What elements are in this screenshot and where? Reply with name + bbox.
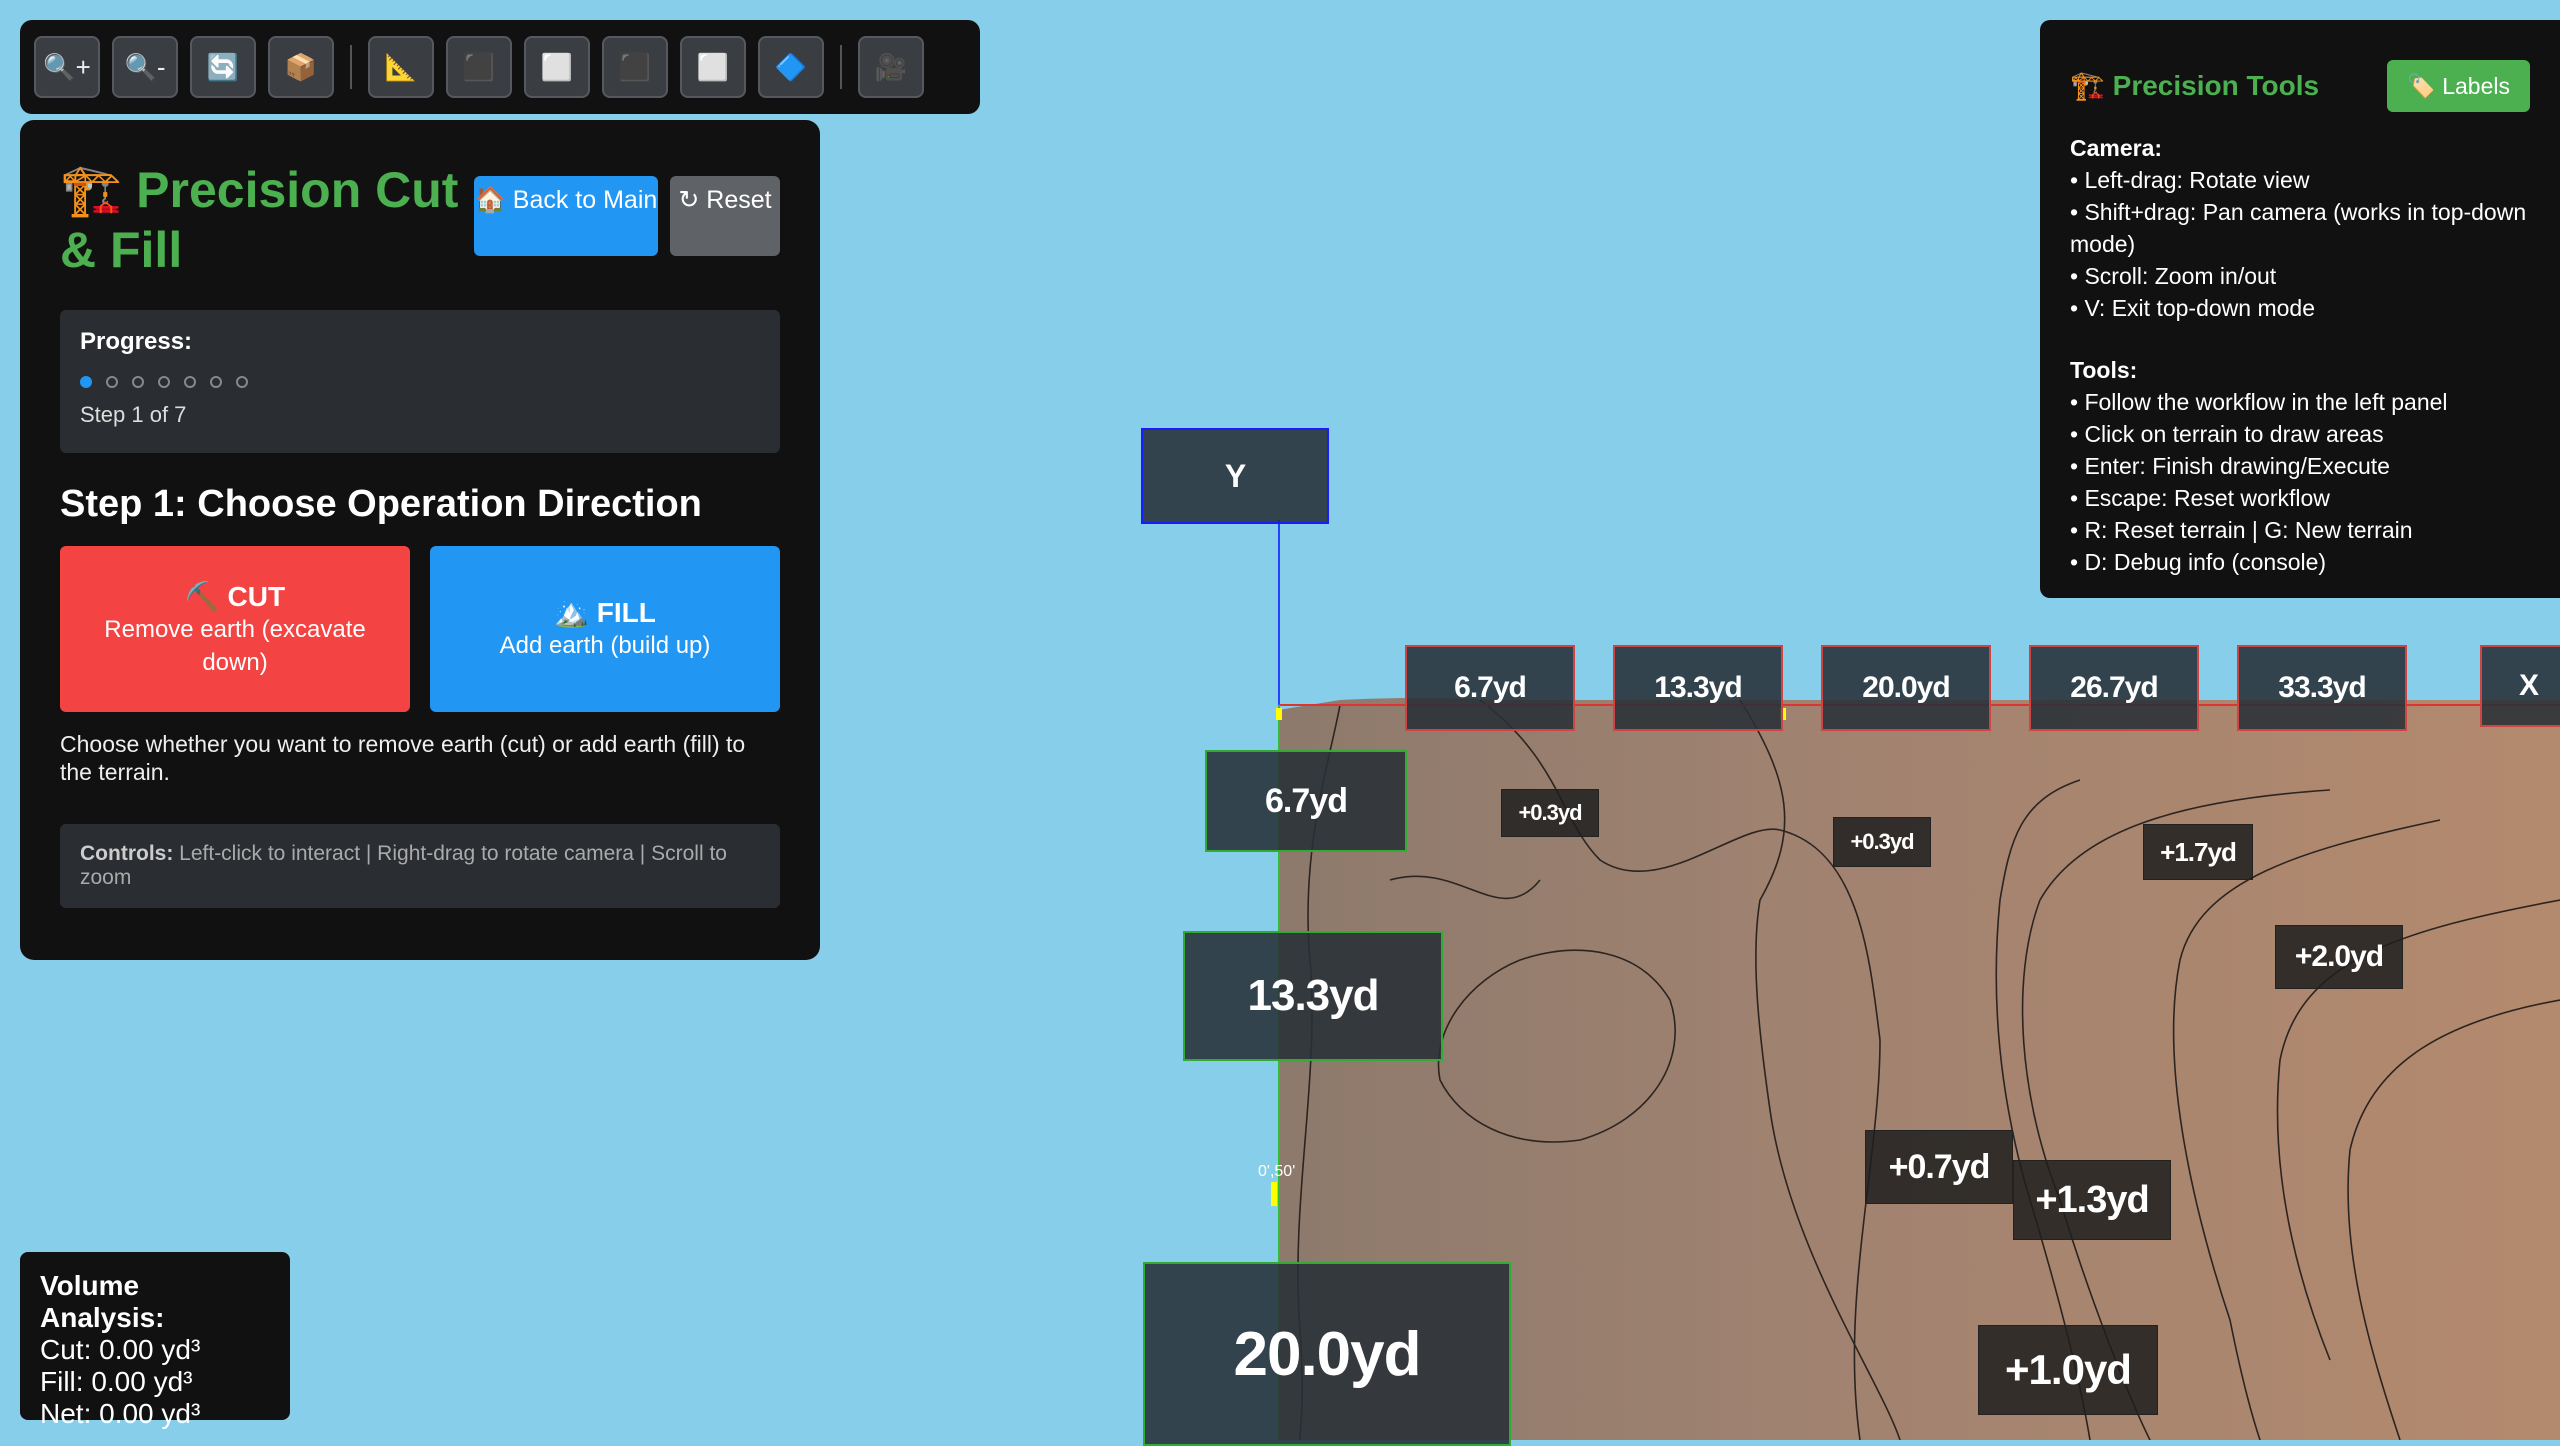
camera-button[interactable]: 🎥 (858, 36, 924, 98)
help-panel: 🏗️ Precision Tools 🏷️ Labels Camera: • L… (2040, 20, 2560, 598)
top-distance-label: 20.0yd (1821, 645, 1991, 731)
z-marker (1271, 1182, 1277, 1206)
tools-section-title: Tools: (2070, 357, 2138, 383)
help-item: • Click on terrain to draw areas (2070, 421, 2384, 447)
help-item: • Escape: Reset workflow (2070, 485, 2330, 511)
progress-dot (80, 376, 92, 388)
cut-button[interactable]: ⛏️ CUT Remove earth (excavate down) (60, 546, 410, 712)
step-heading: Step 1: Choose Operation Direction (60, 483, 702, 525)
help-item: • D: Debug info (console) (2070, 549, 2327, 575)
help-title: 🏗️ Precision Tools (2070, 70, 2320, 101)
toolbar-separator (840, 45, 842, 89)
labels-button[interactable]: 🏷️ Labels (2387, 60, 2530, 112)
x-axis-label: X (2480, 645, 2560, 727)
help-item: • Shift+drag: Pan camera (works in top-d… (2070, 199, 2527, 257)
top-distance-label: 6.7yd (1405, 645, 1575, 731)
help-item: • R: Reset terrain | G: New terrain (2070, 517, 2413, 543)
contour-height-label: +1.0yd (1978, 1325, 2158, 1415)
toolbar-separator (350, 45, 352, 89)
left-distance-label: 13.3yd (1183, 931, 1443, 1061)
zoom-out-button[interactable]: 🔍- (112, 36, 178, 98)
tools-help-list: • Follow the workflow in the left panel •… (2070, 386, 2530, 578)
box-button[interactable]: 📦 (268, 36, 334, 98)
volume-title: Volume Analysis: (40, 1270, 165, 1333)
reset-button[interactable]: ↻ Reset (670, 176, 780, 256)
zoom-in-button[interactable]: 🔍+ (34, 36, 100, 98)
contour-height-label: +1.3yd (2013, 1160, 2171, 1240)
help-item: • V: Exit top-down mode (2070, 295, 2315, 321)
progress-dot (184, 376, 196, 388)
camera-help-list: • Left-drag: Rotate view • Shift+drag: Pa… (2070, 164, 2530, 324)
contour-height-label: +0.3yd (1501, 789, 1599, 837)
cut-description: Remove earth (excavate down) (104, 615, 366, 676)
app-title: 🏗️ Precision Cut & Fill (60, 162, 459, 278)
progress-dot (210, 376, 222, 388)
progress-label: Progress: (80, 328, 193, 355)
help-item: • Enter: Finish drawing/Execute (2070, 453, 2390, 479)
controls-hint: Controls: Left-click to interact | Right… (60, 824, 780, 908)
top-distance-label: 26.7yd (2029, 645, 2199, 731)
progress-dot (236, 376, 248, 388)
dark-square-button-2[interactable]: ⬛ (602, 36, 668, 98)
workflow-panel: 🏗️ Precision Cut & Fill 🏠 Back to Main ↻… (20, 120, 820, 960)
help-item: • Follow the workflow in the left panel (2070, 389, 2448, 415)
marker-label: 0',50' (1258, 1163, 1295, 1180)
progress-box: Progress: Step 1 of 7 (60, 310, 780, 453)
blue-diamond-button[interactable]: 🔷 (758, 36, 824, 98)
help-item: • Left-drag: Rotate view (2070, 167, 2310, 193)
fill-description: Add earth (build up) (499, 632, 711, 659)
volume-cut: Cut: 0.00 yd³ (40, 1334, 201, 1365)
y-axis-label: Y (1141, 428, 1329, 524)
fill-button[interactable]: 🏔️ FILL Add earth (build up) (430, 546, 780, 712)
volume-analysis: Volume Analysis: Cut: 0.00 yd³ Fill: 0.0… (20, 1252, 290, 1429)
volume-fill: Fill: 0.00 yd³ (40, 1366, 193, 1397)
cut-title: ⛏️ CUT (184, 580, 286, 612)
controls-label: Controls: (80, 842, 174, 865)
white-square-button-2[interactable]: ⬜ (680, 36, 746, 98)
progress-dot (132, 376, 144, 388)
progress-dots (80, 376, 760, 388)
contour-height-label: +0.7yd (1865, 1130, 2013, 1204)
controls-text: Left-click to interact | Right-drag to r… (80, 842, 727, 889)
step-counter: Step 1 of 7 (80, 402, 187, 427)
top-distance-label: 33.3yd (2237, 645, 2407, 731)
measure-button[interactable]: 📐 (368, 36, 434, 98)
fill-title: 🏔️ FILL (554, 597, 656, 628)
contour-height-label: +0.3yd (1833, 817, 1931, 867)
toolbar: 🔍+ 🔍- 🔄 📦 📐 ⬛ ⬜ ⬛ ⬜ 🔷 🎥 (20, 20, 980, 114)
back-to-main-button[interactable]: 🏠 Back to Main (474, 176, 658, 256)
progress-dot (158, 376, 170, 388)
dark-square-button-1[interactable]: ⬛ (446, 36, 512, 98)
progress-dot (106, 376, 118, 388)
volume-net: Net: 0.00 yd³ (40, 1398, 201, 1429)
left-distance-label: 20.0yd (1143, 1262, 1511, 1446)
contour-height-label: +2.0yd (2275, 925, 2403, 989)
origin-marker (1276, 708, 1282, 720)
left-distance-label: 6.7yd (1205, 750, 1407, 852)
refresh-button[interactable]: 🔄 (190, 36, 256, 98)
white-square-button-1[interactable]: ⬜ (524, 36, 590, 98)
top-distance-label: 13.3yd (1613, 645, 1783, 731)
contour-height-label: +1.7yd (2143, 824, 2253, 880)
camera-section-title: Camera: (2070, 135, 2163, 161)
help-item: • Scroll: Zoom in/out (2070, 263, 2277, 289)
step-description: Choose whether you want to remove earth … (60, 731, 746, 785)
